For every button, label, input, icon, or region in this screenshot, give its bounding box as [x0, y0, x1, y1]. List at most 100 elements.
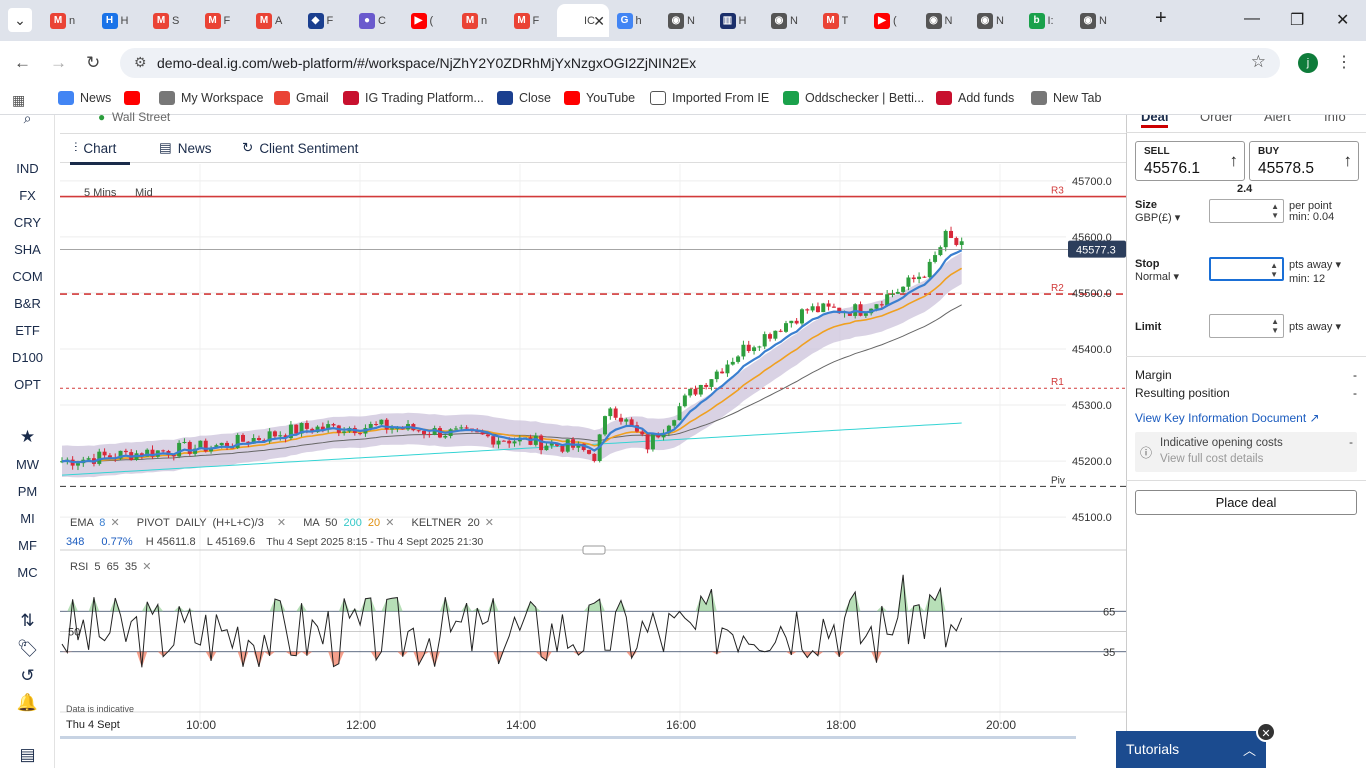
tab-order[interactable]: Order — [1200, 115, 1233, 124]
bookmark-item[interactable]: My Workspace — [159, 91, 263, 105]
browser-tab[interactable]: ◉ N — [1072, 4, 1124, 37]
tab-search-button[interactable]: ⌄ — [8, 8, 32, 32]
browser-tab[interactable]: Mn — [454, 4, 506, 37]
new-tab-button[interactable]: + — [1155, 7, 1167, 30]
site-info-icon[interactable]: ⚙ — [134, 54, 147, 71]
browser-tab[interactable]: HH — [94, 4, 146, 37]
place-deal-button[interactable]: Place deal — [1135, 490, 1357, 515]
browser-tab[interactable]: Gh — [609, 4, 661, 37]
tab-deal[interactable]: Deal — [1141, 115, 1169, 128]
nav-item-sha[interactable]: SHA — [0, 242, 55, 257]
browser-tab[interactable]: ● C — [351, 4, 403, 37]
omnibox[interactable]: ⚙ demo-deal.ig.com/web-platform/#/worksp… — [120, 48, 1280, 78]
transfer-icon[interactable]: ⇅ — [0, 611, 55, 631]
price-type-selector[interactable]: Mid — [135, 187, 153, 199]
search-icon[interactable]: ⌕ — [0, 110, 55, 127]
bell-icon[interactable]: 🔔 — [0, 693, 55, 713]
bookmark-item[interactable]: Add funds — [936, 91, 1014, 105]
buy-button[interactable]: BUY 45578.5 ↑ — [1249, 141, 1359, 181]
bookmark-item[interactable]: Close — [497, 91, 551, 105]
browser-menu-icon[interactable]: ⋮ — [1336, 52, 1352, 72]
limit-unit-select[interactable]: pts away ▾ — [1289, 320, 1341, 333]
browser-tab[interactable]: MS — [145, 4, 197, 37]
nav-item-opt[interactable]: OPT — [0, 377, 55, 392]
remove-pivot-icon[interactable]: ✕ — [277, 517, 286, 529]
limit-input[interactable]: ▲ ▼ — [1209, 314, 1284, 338]
stop-input[interactable]: ▲ ▼ — [1209, 257, 1284, 281]
maximize-button[interactable]: ❐ — [1290, 10, 1304, 30]
browser-tab[interactable]: ▶( — [403, 4, 455, 37]
stop-unit-select[interactable]: pts away ▾ — [1289, 258, 1341, 271]
bookmark-item[interactable] — [124, 91, 146, 105]
nav-item-mc[interactable]: MC — [0, 565, 55, 580]
bookmark-item[interactable]: New Tab — [1031, 91, 1101, 105]
nav-item-mw[interactable]: MW — [0, 457, 55, 472]
browser-tab[interactable]: MT — [815, 4, 867, 37]
browser-tab[interactable]: ▶( — [866, 4, 918, 37]
nav-item-cry[interactable]: CRY — [0, 215, 55, 230]
key-info-document-link[interactable]: View Key Information Document ↗ — [1135, 411, 1320, 425]
profile-avatar[interactable]: j — [1298, 53, 1318, 73]
close-icon[interactable]: ✕ — [1256, 722, 1276, 742]
nav-item-pm[interactable]: PM — [0, 484, 55, 499]
browser-tab[interactable]: MF — [197, 4, 249, 37]
browser-tab[interactable]: MA — [248, 4, 300, 37]
tag-icon[interactable]: 🏷 — [0, 639, 55, 659]
nav-item-com[interactable]: COM — [0, 269, 55, 284]
bookmark-item[interactable]: News — [58, 91, 111, 105]
remove-rsi-icon[interactable]: ✕ — [142, 561, 151, 573]
size-currency-select[interactable]: GBP(£) ▾ — [1135, 211, 1180, 224]
stepper-icon[interactable]: ▲ ▼ — [1270, 261, 1278, 279]
minimize-button[interactable]: — — [1244, 10, 1260, 28]
browser-tab[interactable]: ◆ F — [300, 4, 352, 37]
browser-tab[interactable]: ◉ N — [660, 4, 712, 37]
nav-item-mi[interactable]: MI — [0, 511, 55, 526]
close-window-button[interactable]: ✕ — [1336, 10, 1349, 30]
apps-grid-icon[interactable]: ▦ — [12, 92, 25, 109]
close-tab-icon[interactable]: ✕ — [593, 13, 605, 30]
sell-button[interactable]: SELL 45576.1 ↑ — [1135, 141, 1245, 181]
tab-chart[interactable]: ⫶ Chart — [70, 140, 131, 165]
tab-alert[interactable]: Alert — [1264, 115, 1291, 124]
browser-tab[interactable]: ◉ N — [918, 4, 970, 37]
url-text[interactable]: demo-deal.ig.com/web-platform/#/workspac… — [157, 55, 696, 71]
tab-news[interactable]: ▤ News — [159, 140, 212, 156]
remove-ema-icon[interactable]: ✕ — [110, 517, 119, 529]
nav-item-mf[interactable]: MF — [0, 538, 55, 553]
browser-tab[interactable]: ▥ H — [712, 4, 764, 37]
browser-tab[interactable]: b I: — [1021, 4, 1073, 37]
remove-ma-icon[interactable]: ✕ — [385, 517, 394, 529]
bookmark-item[interactable]: Imported From IE — [650, 91, 769, 105]
nav-item-d100[interactable]: D100 — [0, 350, 55, 365]
stepper-icon[interactable]: ▲ ▼ — [1271, 317, 1279, 335]
watchlist-star-icon[interactable]: ★ — [0, 427, 55, 447]
browser-tab[interactable]: Mn — [42, 4, 94, 37]
bookmark-item[interactable]: IG Trading Platform... — [343, 91, 484, 105]
browser-tab[interactable]: MF — [506, 4, 558, 37]
stepper-icon[interactable]: ▲ ▼ — [1271, 202, 1279, 220]
size-input[interactable]: ▲ ▼ — [1209, 199, 1284, 223]
bookmark-item[interactable]: Gmail — [274, 91, 329, 105]
calendar-icon[interactable]: ▤ — [0, 745, 55, 765]
nav-item-br[interactable]: B&R — [0, 296, 55, 311]
reload-button[interactable]: ↻ — [86, 53, 100, 73]
nav-item-fx[interactable]: FX — [0, 188, 55, 203]
browser-tab[interactable]: IC ✕ — [557, 4, 609, 37]
tutorials-panel[interactable]: Tutorials ︿ — [1116, 731, 1266, 768]
browser-tab[interactable]: ◉ N — [969, 4, 1021, 37]
bookmark-item[interactable]: Oddschecker | Betti... — [783, 91, 924, 105]
chevron-up-icon[interactable]: ︿ — [1243, 740, 1256, 759]
stop-type-select[interactable]: Normal ▾ — [1135, 270, 1179, 283]
bookmark-star-icon[interactable]: ☆ — [1251, 52, 1266, 72]
tab-info[interactable]: Info — [1324, 115, 1346, 124]
bookmark-item[interactable]: YouTube — [564, 91, 635, 105]
remove-keltner-icon[interactable]: ✕ — [485, 517, 494, 529]
timeframe-selector[interactable]: 5 Mins — [84, 187, 116, 199]
back-button[interactable]: ← — [14, 53, 31, 73]
history-icon[interactable]: ↺ — [0, 666, 55, 686]
forward-button[interactable]: → — [50, 53, 67, 73]
nav-item-ind[interactable]: IND — [0, 161, 55, 176]
nav-item-etf[interactable]: ETF — [0, 323, 55, 338]
price-chart[interactable]: R3R2R1Piv45700.045600.045500.045400.0453… — [60, 164, 1126, 739]
browser-tab[interactable]: ◉ N — [763, 4, 815, 37]
